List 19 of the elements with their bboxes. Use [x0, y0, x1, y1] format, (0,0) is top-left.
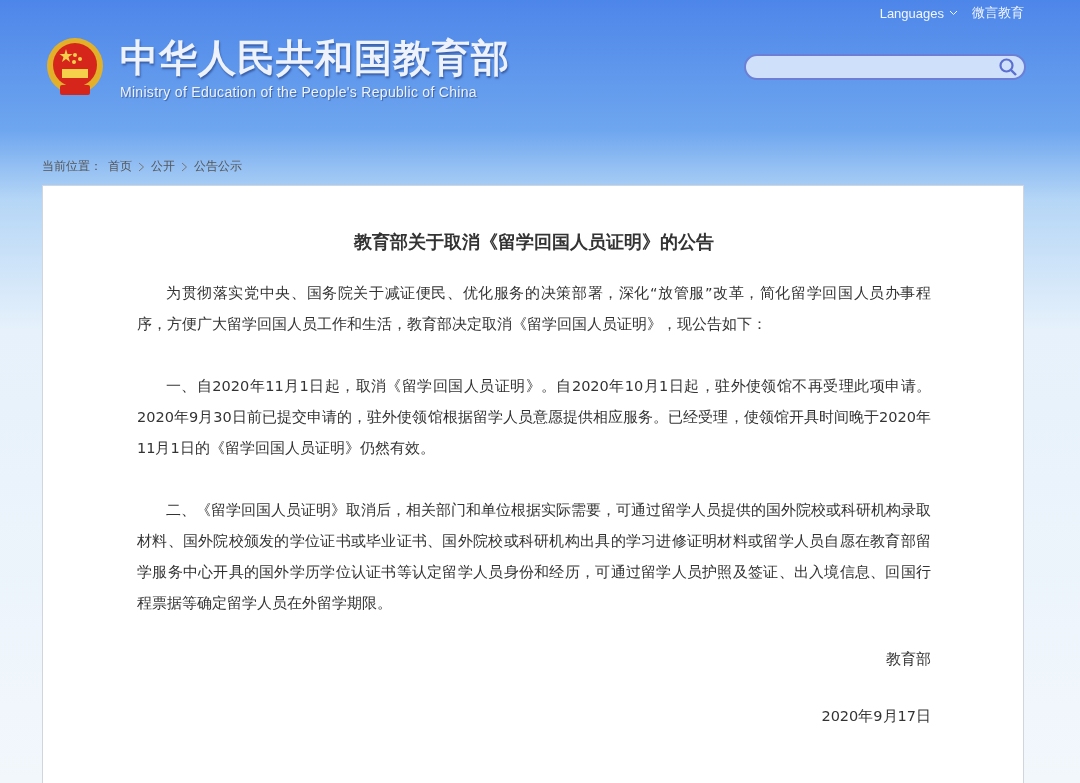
site-title: 中华人民共和国教育部	[120, 36, 510, 80]
languages-dropdown[interactable]: Languages	[879, 5, 958, 21]
breadcrumb-label: 当前位置：	[42, 158, 102, 175]
site-subtitle: Ministry of Education of the People's Republic of China	[120, 84, 478, 100]
publish-date: 2020年9月17日	[820, 707, 931, 726]
breadcrumb-link[interactable]: 首页	[108, 158, 132, 175]
breadcrumb-link[interactable]: 公告公示	[194, 158, 242, 175]
article-paragraph: 为贯彻落实党中央、国务院关于减证便民、优化服务的决策部署，深化“放管服”改革，简化留学回国人员办事程序，方便广大留学回国人员工作和生活，教育部决定取消《留学回国人员证明》，现公告如下：	[137, 284, 931, 334]
search-field[interactable]	[744, 54, 1026, 80]
search-icon[interactable]	[998, 57, 1018, 77]
chevron-icon	[181, 161, 188, 172]
caret-icon	[949, 10, 958, 16]
article-paragraph: 二、《留学回国人员证明》取消后，相关部门和单位根据实际需要，可通过留学人员提供的国外院校或科研机构录取材料、国外院校颁发的学位证书或毕业证书、国外院校或科研机构出具的学习进修证明材料或留学人员自愿在教育部留学服务中心开具的国外学历学位认证书等认定留学人员身份和经历，可通过留学人员护照及签证、出入境信息、回国行程票据等确定留学人员在外留学期限。	[137, 501, 931, 613]
chevron-icon	[138, 161, 145, 172]
article-title: 教育部关于取消《留学回国人员证明》的公告	[352, 230, 715, 254]
article-paragraph: 一、自2020年11月1日起，取消《留学回国人员证明》。自2020年10月1日起，驻外使领馆不再受理此项申请。2020年9月30日前已提交申请的，驻外使领馆根据留学人员意愿提供相应服务。已经受理，使领馆开具时间晚于2020年11月1日的《留学回国人员证明》仍然有效。	[137, 377, 931, 458]
top-link[interactable]: 微言教育	[972, 4, 1024, 22]
breadcrumb-link[interactable]: 公开	[151, 158, 175, 175]
signature: 教育部	[885, 650, 931, 669]
